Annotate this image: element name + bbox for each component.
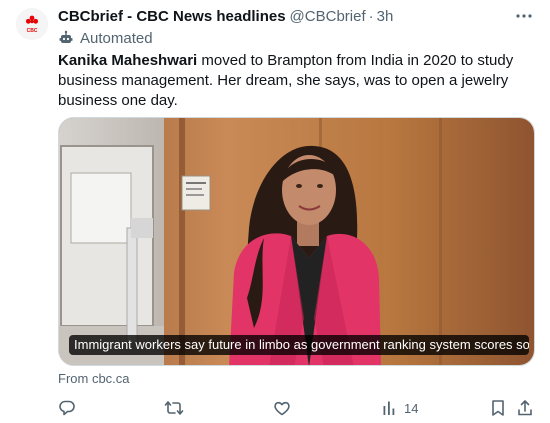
retweet-icon (164, 401, 184, 415)
automated-label[interactable]: Automated (58, 28, 153, 48)
cbc-logo-icon: CBC (16, 8, 48, 40)
separator-dot: · (368, 7, 374, 25)
share-button[interactable] (516, 398, 534, 418)
avatar[interactable]: CBC (16, 8, 48, 40)
svg-text:CBC: CBC (27, 28, 38, 34)
user-handle[interactable]: @CBCbrief (290, 8, 366, 25)
display-name[interactable]: CBCbrief - CBC News headlines (58, 8, 286, 25)
like-icon (274, 401, 290, 416)
card-photo (59, 118, 534, 365)
link-card[interactable]: Immigrant workers say future in limbo as… (58, 117, 535, 366)
card-source[interactable]: From cbc.ca (58, 371, 130, 386)
bookmark-icon (492, 400, 504, 416)
tweet[interactable]: CBC CBCbrief - CBC News headlines @CBCbr… (0, 0, 550, 423)
share-icon (518, 400, 532, 416)
card-caption: Immigrant workers say future in limbo as… (69, 335, 529, 355)
tweet-header: CBCbrief - CBC News headlines @CBCbrief … (58, 6, 393, 26)
action-bar: 14 (58, 398, 536, 418)
robot-icon (59, 30, 73, 43)
tweet-text: Kanika Maheshwari moved to Brampton from… (58, 51, 536, 111)
retweet-button[interactable] (164, 398, 184, 418)
automated-text: Automated (80, 29, 153, 47)
views-count: 14 (404, 400, 419, 416)
reply-icon (59, 400, 75, 416)
like-button[interactable] (273, 398, 291, 418)
more-icon[interactable] (514, 8, 534, 24)
bookmark-button[interactable] (490, 398, 506, 418)
views-button[interactable]: 14 (382, 398, 418, 418)
timestamp[interactable]: 3h (377, 8, 394, 25)
tweet-name-emphasis: Kanika Maheshwari (58, 52, 198, 69)
reply-button[interactable] (58, 398, 76, 418)
views-icon (383, 401, 395, 415)
